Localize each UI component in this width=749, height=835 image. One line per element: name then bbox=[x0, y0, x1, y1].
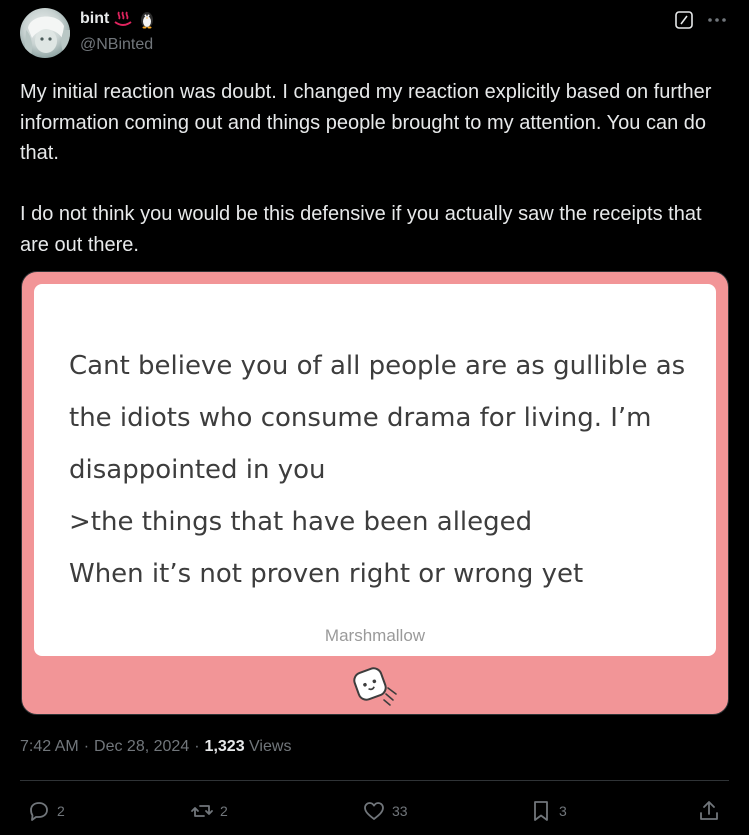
meta-separator: · bbox=[194, 738, 200, 755]
grok-icon[interactable] bbox=[674, 10, 694, 30]
tweet-time[interactable]: 7:42 AM bbox=[20, 738, 79, 756]
heart-icon bbox=[364, 802, 384, 820]
marshmallow-card: Cant believe you of all people are as gu… bbox=[34, 284, 716, 656]
views-count: 1,323 bbox=[204, 738, 245, 755]
like-count: 33 bbox=[392, 803, 408, 819]
avatar[interactable] bbox=[20, 8, 70, 58]
reply-button[interactable]: 2 bbox=[27, 799, 65, 823]
meta-separator: · bbox=[83, 738, 90, 755]
repost-icon bbox=[191, 805, 213, 817]
action-bar: 2 2 33 3 bbox=[0, 797, 749, 827]
marshmallow-message: Cant believe you of all people are as gu… bbox=[69, 351, 686, 589]
views-label: Views bbox=[249, 738, 292, 755]
reply-icon bbox=[30, 802, 48, 821]
handle[interactable]: @NBinted bbox=[80, 36, 153, 54]
more-options-icon[interactable] bbox=[706, 10, 728, 30]
tweet-header: bint @NBinted bbox=[0, 0, 749, 70]
bookmark-button[interactable]: 3 bbox=[529, 799, 567, 823]
penguin-icon bbox=[137, 9, 157, 29]
divider bbox=[20, 780, 729, 781]
share-icon bbox=[700, 801, 718, 820]
hot-springs-icon bbox=[113, 9, 133, 29]
tweet-date[interactable]: Dec 28, 2024 bbox=[94, 738, 189, 756]
tweet-meta: 7:42 AM · Dec 28, 2024 · 1,323 Views bbox=[20, 738, 291, 756]
like-button[interactable]: 33 bbox=[362, 799, 408, 823]
marshmallow-icon bbox=[353, 667, 397, 706]
media-image[interactable]: Cant believe you of all people are as gu… bbox=[21, 271, 729, 715]
repost-button[interactable]: 2 bbox=[190, 799, 228, 823]
display-name[interactable]: bint bbox=[80, 10, 109, 28]
bookmark-icon bbox=[534, 801, 548, 821]
marshmallow-brand: Marshmallow bbox=[324, 626, 426, 645]
share-button[interactable] bbox=[697, 799, 721, 823]
bookmark-count: 3 bbox=[559, 803, 567, 819]
reply-count: 2 bbox=[57, 803, 65, 819]
repost-count: 2 bbox=[220, 803, 228, 819]
tweet-text: My initial reaction was doubt. I changed… bbox=[20, 81, 712, 256]
